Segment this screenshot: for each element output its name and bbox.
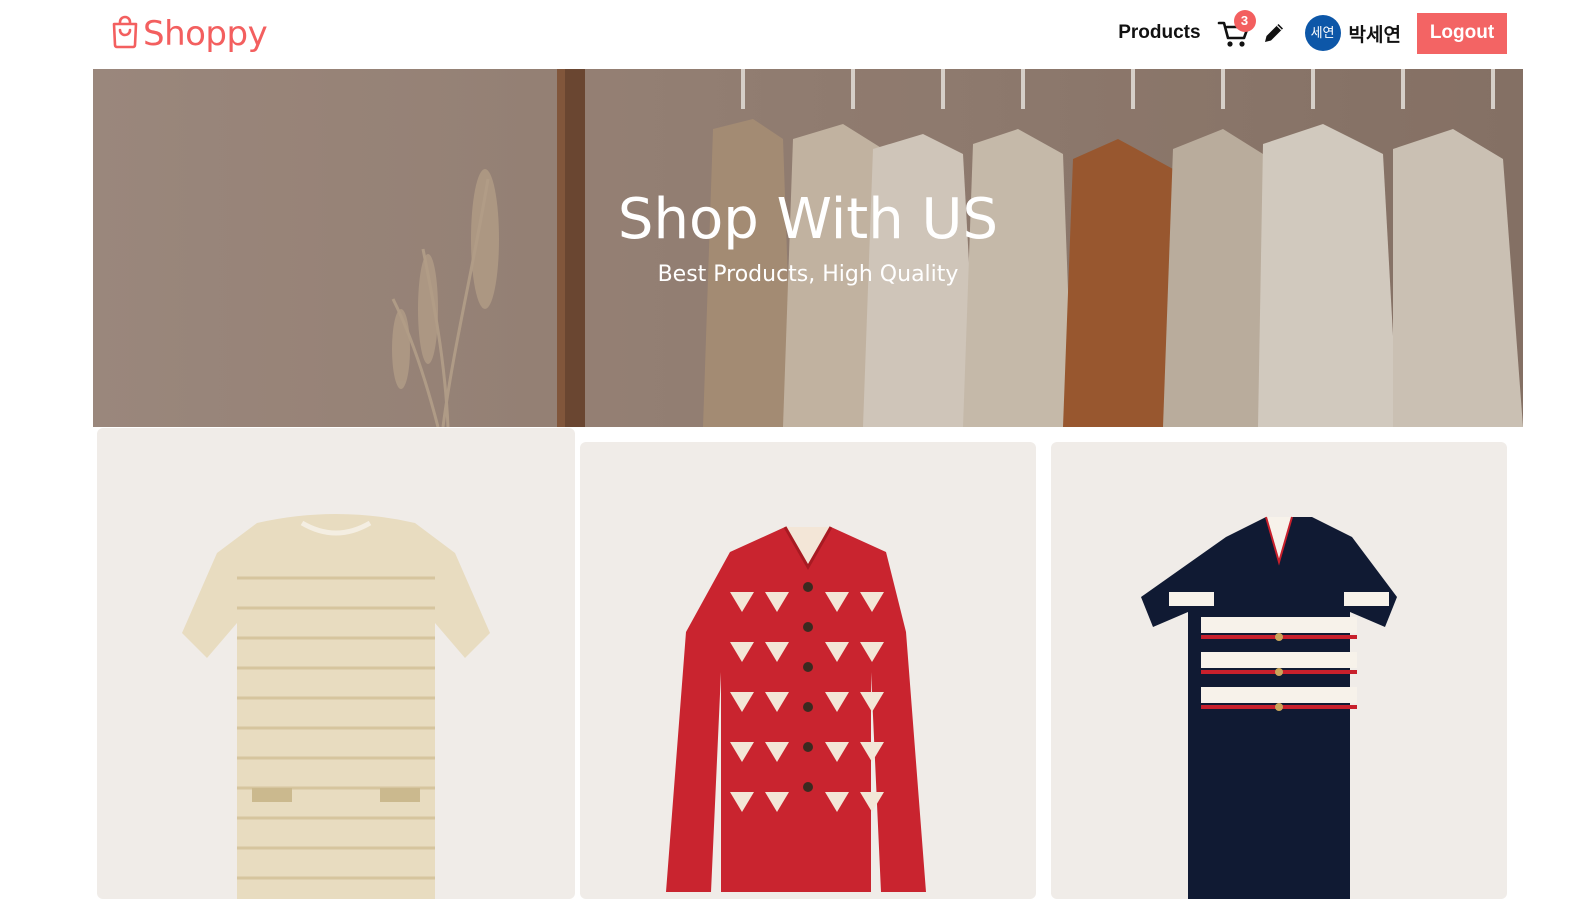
red-pattern-jacket-image [666,526,926,892]
top-header: Shoppy Products 3 세연 박세연 Logout [0,0,1580,69]
striped-polo-dress-image [1141,516,1397,899]
tweed-dress-image [182,514,490,899]
cart-count-badge: 3 [1233,10,1256,32]
product-card[interactable] [1051,442,1507,899]
cart-button[interactable]: 3 [1217,10,1256,50]
hero-banner: Shop With US Best Products, High Quality [93,69,1523,427]
avatar[interactable]: 세연 [1304,15,1341,51]
logout-button[interactable]: Logout [1417,12,1507,54]
logo-text: Shoppy [143,14,268,54]
pencil-icon [1261,24,1287,50]
username: 박세연 [1348,24,1401,46]
hero-subtitle: Best Products, High Quality [657,262,959,287]
main-nav: Products 3 세연 박세연 Logout [1118,10,1507,54]
logo[interactable]: Shoppy [109,14,268,54]
nav-products-link[interactable]: Products [1118,22,1200,44]
edit-button[interactable] [1261,20,1287,46]
shopping-bag-icon [109,15,141,54]
product-card[interactable] [580,442,1036,899]
hero-title: Shop With US [617,187,999,252]
product-card[interactable] [97,428,575,899]
cart-icon [1217,21,1251,54]
